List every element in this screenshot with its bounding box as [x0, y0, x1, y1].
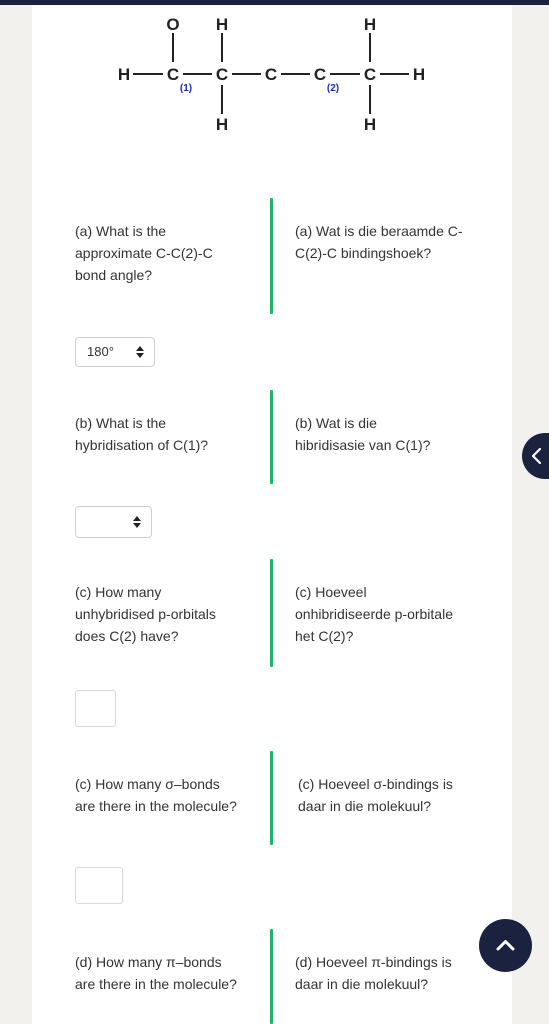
scroll-to-top-button[interactable] — [479, 919, 532, 972]
select-arrows-icon — [133, 516, 141, 528]
sigma-bonds-input[interactable] — [75, 867, 123, 904]
divider-b — [270, 390, 273, 484]
divider-a — [270, 198, 273, 314]
bond-angle-select-value: 180° — [87, 344, 114, 359]
atom-c4: C — [265, 65, 277, 84]
side-panel-toggle-button[interactable] — [522, 433, 549, 479]
question-c-sigma-afrikaans: (c) Hoeveel σ-bindings is daar in die mo… — [298, 776, 453, 814]
atom-h-bottom-3: H — [216, 115, 228, 134]
atom-o: O — [166, 15, 179, 34]
question-c-orbitals-english: (c) How many unhybridised p-orbitals doe… — [75, 584, 216, 644]
select-arrows-icon — [136, 346, 144, 358]
atom-h-left: H — [118, 65, 130, 84]
bond-angle-select[interactable]: 180° — [75, 337, 155, 367]
question-c-orbitals-afrikaans: (c) Hoeveel onhibridiseerde p-orbitale h… — [295, 584, 453, 644]
divider-c-orbitals — [270, 559, 273, 667]
chevron-up-icon — [496, 940, 515, 951]
atom-c6: C — [364, 65, 376, 84]
question-b-english: (b) What is the hybridisation of C(1)? — [75, 415, 209, 453]
chevron-left-icon — [531, 447, 542, 465]
atom-c3: C — [216, 65, 228, 84]
p-orbitals-input[interactable] — [75, 690, 116, 727]
question-b-afrikaans: (b) Wat is die hibridisasie van C(1)? — [295, 415, 431, 453]
question-a-english: (a) What is the approximate C-C(2)-C bon… — [75, 223, 213, 283]
atom-h-top-6: H — [364, 15, 376, 34]
question-a-afrikaans: (a) Wat is die beraamde C- C(2)-C bindin… — [295, 223, 463, 261]
atom-h-bottom-6: H — [364, 115, 376, 134]
divider-c-sigma — [270, 751, 273, 845]
hybridisation-select[interactable] — [75, 506, 152, 538]
label-carbon-2: (2) — [327, 83, 339, 94]
atom-c1: C — [167, 65, 179, 84]
atom-h-top-3: H — [216, 15, 228, 34]
atom-c2: C — [314, 65, 326, 84]
question-d-pi-afrikaans: (d) Hoeveel π-bindings is daar in die mo… — [295, 954, 452, 992]
atom-h-right: H — [413, 65, 425, 84]
question-d-pi-english: (d) How many π–bonds are there in the mo… — [75, 954, 237, 992]
divider-d-pi — [270, 929, 273, 1024]
question-c-sigma-english: (c) How many σ–bonds are there in the mo… — [75, 776, 237, 814]
label-carbon-1: (1) — [180, 83, 192, 94]
structural-formula: O H H H C C C C C H H H (1) (2) — [118, 15, 425, 134]
